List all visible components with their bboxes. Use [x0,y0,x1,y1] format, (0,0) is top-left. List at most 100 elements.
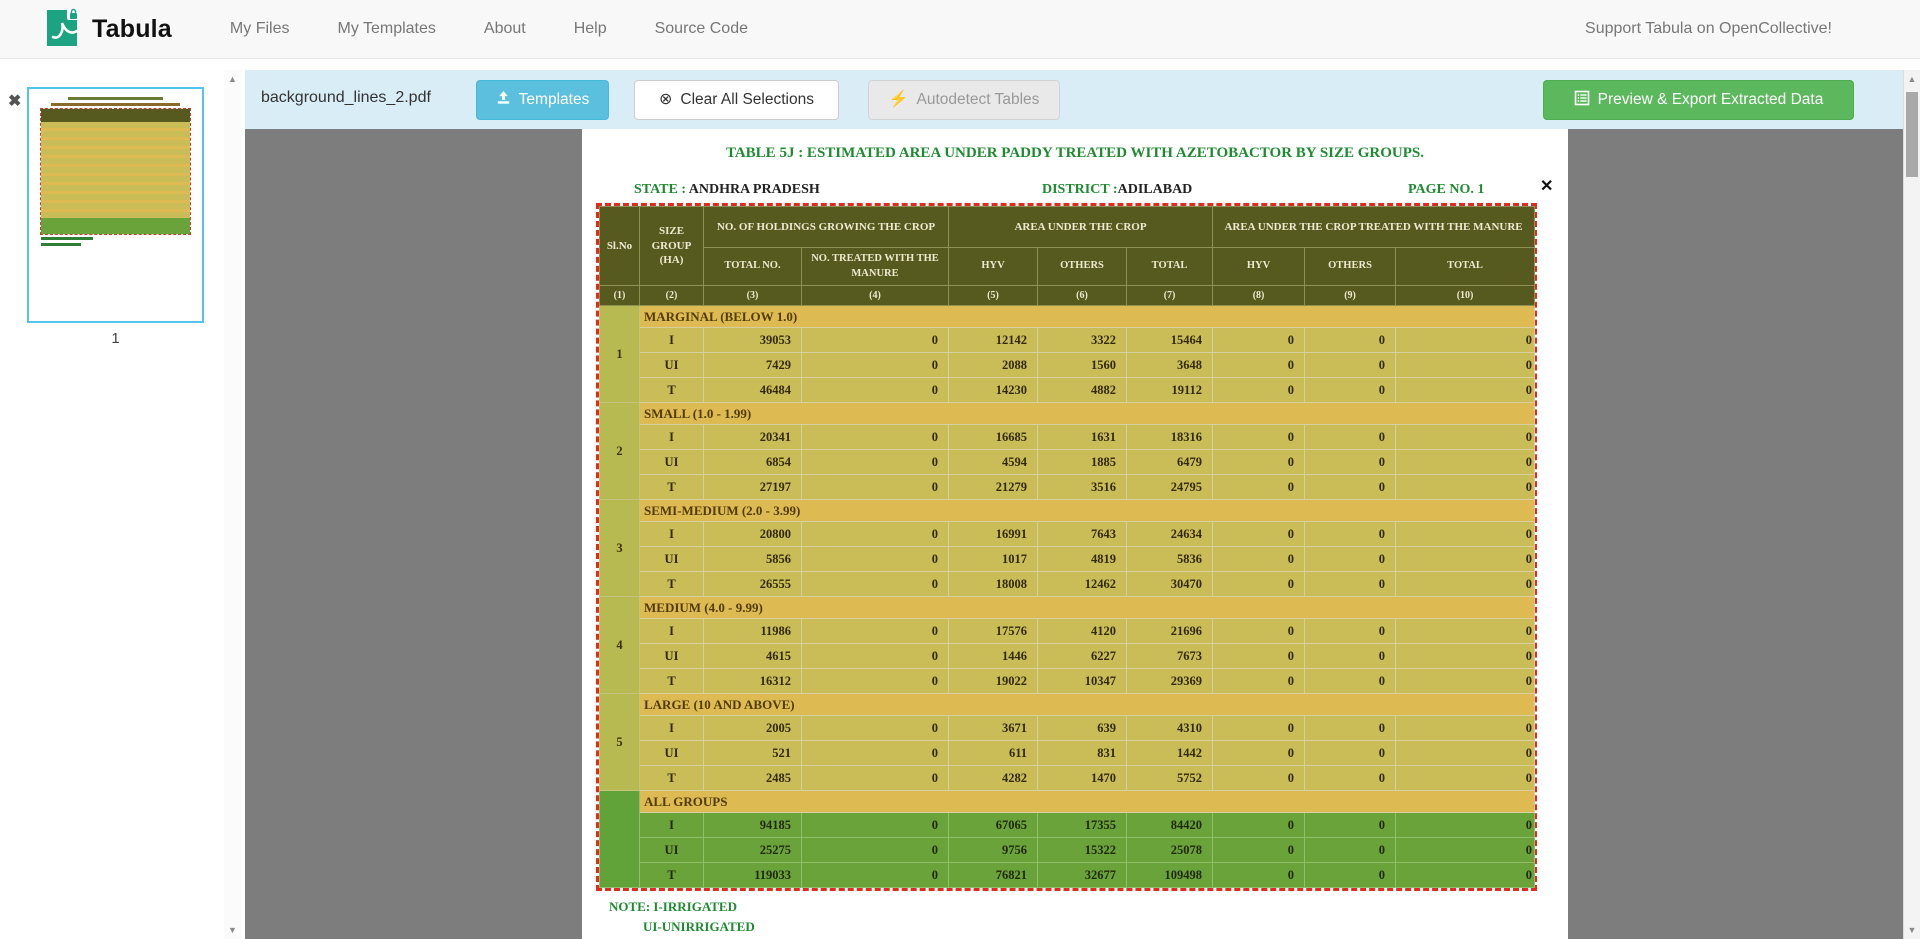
sub-header: OTHERS [1305,248,1396,286]
value-cell: 5752 [1127,766,1213,791]
sub-header: HYV [949,248,1038,286]
section-header-cell: MEDIUM (4.0 - 9.99) [640,597,1535,619]
brand[interactable]: Tabula [42,6,172,53]
value-cell: 0 [802,450,949,475]
value-cell: 0 [802,669,949,694]
row-type-cell: T [640,863,704,888]
export-button-label: Preview & Export Extracted Data [1598,91,1824,109]
page-thumbnail[interactable] [27,87,204,323]
lightning-bolt-icon: ⚡ [889,92,909,108]
col-group-header: AREA UNDER THE CROP [949,207,1213,248]
value-cell: 0 [1396,863,1535,888]
value-cell: 0 [1396,572,1535,597]
scroll-down-icon[interactable]: ▼ [1904,923,1920,937]
section-header-cell: MARGINAL (BELOW 1.0) [640,306,1535,328]
main-scrollbar[interactable]: ▲ ▼ [1903,70,1920,939]
slno-cell: 2 [600,403,640,500]
value-cell: 0 [802,838,949,863]
document-title: TABLE 5J : ESTIMATED AREA UNDER PADDY TR… [582,145,1568,162]
state-label: STATE : [634,182,686,197]
scroll-up-icon[interactable]: ▲ [224,72,241,86]
value-cell: 27197 [704,475,802,500]
selection-close-icon[interactable]: ✕ [1540,176,1553,196]
table-row: UI58560101748195836000 [600,547,1535,572]
value-cell: 32677 [1038,863,1127,888]
value-cell: 0 [1305,425,1396,450]
table-row: T163120190221034729369000 [600,669,1535,694]
value-cell: 6227 [1038,644,1127,669]
value-cell: 1560 [1038,353,1127,378]
nav-item-my-files[interactable]: My Files [230,20,290,38]
scrollbar-thumb[interactable] [1906,92,1918,177]
remove-page-icon[interactable]: ✖ [8,94,21,110]
value-cell: 19112 [1127,378,1213,403]
value-cell: 10347 [1038,669,1127,694]
col-header: SIZE GROUP (HA) [640,207,704,286]
table-row: I941850670651735584420000 [600,813,1535,838]
templates-button[interactable]: Templates [476,80,609,120]
thumb-note-line [41,243,81,246]
table-row: T265550180081246230470000 [600,572,1535,597]
value-cell: 0 [802,644,949,669]
table-selection-box[interactable]: Sl.No SIZE GROUP (HA) NO. OF HOLDINGS GR… [596,203,1537,891]
value-cell: 2005 [704,716,802,741]
sub-header: TOTAL [1396,248,1535,286]
clear-all-selections-button[interactable]: ⊗ Clear All Selections [634,80,839,120]
value-cell: 0 [1213,741,1305,766]
scroll-up-icon[interactable]: ▲ [1904,72,1920,86]
row-type-cell: T [640,572,704,597]
sub-header: TOTAL NO. [704,248,802,286]
slno-cell: 1 [600,306,640,403]
value-cell: 0 [802,547,949,572]
value-cell: 1442 [1127,741,1213,766]
value-cell: 0 [1396,766,1535,791]
value-cell: 0 [1396,475,1535,500]
preview-export-button[interactable]: Preview & Export Extracted Data [1543,80,1854,120]
support-link[interactable]: Support Tabula on OpenCollective! [1585,20,1832,38]
value-cell: 0 [1305,522,1396,547]
value-cell: 0 [1213,475,1305,500]
value-cell: 7643 [1038,522,1127,547]
section-row: 2SMALL (1.0 - 1.99) [600,403,1535,425]
value-cell: 0 [802,766,949,791]
nav-item-my-templates[interactable]: My Templates [337,20,435,38]
row-type-cell: UI [640,741,704,766]
value-cell: 30470 [1127,572,1213,597]
document-note: NOTE: I-IRRIGATED UI-UNIRRIGATED [609,897,755,936]
section-row: ALL GROUPS [600,791,1535,813]
value-cell: 1631 [1038,425,1127,450]
value-cell: 15464 [1127,328,1213,353]
scroll-down-icon[interactable]: ▼ [224,923,241,937]
value-cell: 0 [1305,813,1396,838]
row-type-cell: T [640,669,704,694]
slno-cell: 4 [600,597,640,694]
col-number: (5) [949,286,1038,306]
value-cell: 521 [704,741,802,766]
value-cell: 0 [1396,547,1535,572]
row-type-cell: T [640,475,704,500]
table-row: T46484014230488219112000 [600,378,1535,403]
pdf-viewport: TABLE 5J : ESTIMATED AREA UNDER PADDY TR… [245,129,1903,939]
pdf-page[interactable]: TABLE 5J : ESTIMATED AREA UNDER PADDY TR… [582,129,1568,939]
value-cell: 17576 [949,619,1038,644]
value-cell: 21696 [1127,619,1213,644]
section-header-cell: LARGE (10 AND ABOVE) [640,694,1535,716]
autodetect-tables-button[interactable]: ⚡ Autodetect Tables [868,80,1060,120]
nav-item-help[interactable]: Help [574,20,607,38]
row-type-cell: I [640,522,704,547]
nav-item-source-code[interactable]: Source Code [655,20,748,38]
sub-header: TOTAL [1127,248,1213,286]
col-number: (1) [600,286,640,306]
value-cell: 2485 [704,766,802,791]
sidebar-scrollbar[interactable]: ▲ ▼ [224,70,241,939]
value-cell: 0 [1396,353,1535,378]
nav-item-about[interactable]: About [484,20,526,38]
value-cell: 0 [1213,547,1305,572]
table-row: UI25275097561532225078000 [600,838,1535,863]
value-cell: 0 [1305,547,1396,572]
value-cell: 0 [1305,450,1396,475]
brand-name: Tabula [92,15,172,44]
value-cell: 0 [802,353,949,378]
value-cell: 0 [802,619,949,644]
value-cell: 0 [1305,378,1396,403]
